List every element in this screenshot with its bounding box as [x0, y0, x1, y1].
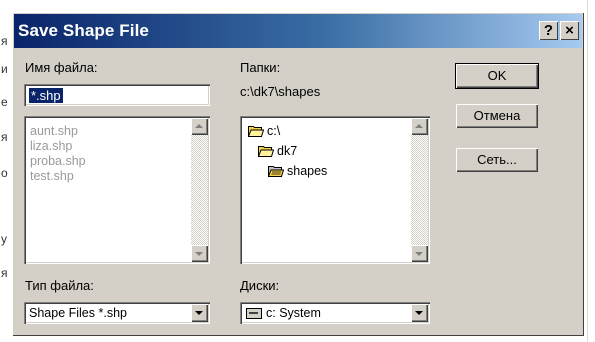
drives-label: Диски: — [240, 278, 280, 293]
list-item[interactable]: proba.shp — [30, 154, 86, 169]
chevron-down-icon — [195, 311, 203, 315]
list-item[interactable]: liza.shp — [30, 139, 72, 154]
drives-select[interactable]: c: System — [240, 302, 430, 324]
file-name-input[interactable]: *.shp — [24, 84, 210, 106]
folder-item[interactable]: c:\ — [267, 122, 280, 140]
current-path: c:\dk7\shapes — [240, 84, 321, 99]
scroll-up-button[interactable] — [191, 118, 208, 135]
file-type-label: Тип файла: — [25, 278, 94, 293]
folder-list-scrollbar[interactable] — [411, 118, 428, 262]
scroll-down-button[interactable] — [411, 245, 428, 262]
title-bar[interactable]: Save Shape File ? × — [14, 14, 582, 48]
open-folder-icon — [258, 146, 274, 157]
folders-label: Папки: — [240, 60, 281, 75]
arrow-up-icon — [415, 124, 423, 128]
network-button[interactable]: Сеть... — [456, 148, 538, 172]
list-item[interactable]: test.shp — [30, 169, 74, 184]
close-button[interactable]: × — [560, 21, 579, 40]
open-folder-icon — [268, 166, 284, 177]
cancel-button[interactable]: Отмена — [456, 104, 538, 128]
background-divider — [587, 0, 588, 342]
list-item[interactable]: aunt.shp — [30, 124, 78, 139]
file-name-value: *.shp — [29, 88, 63, 103]
file-type-value: Shape Files *.shp — [29, 306, 127, 320]
ok-button[interactable]: OK — [456, 64, 538, 88]
folder-item[interactable]: shapes — [287, 162, 327, 180]
help-button[interactable]: ? — [539, 21, 558, 40]
arrow-down-icon — [415, 252, 423, 256]
drives-dropdown-button[interactable] — [411, 304, 428, 322]
save-shape-file-dialog: Save Shape File ? × Имя файла: *.shp aun… — [12, 12, 584, 336]
file-list-scrollbar[interactable] — [191, 118, 208, 262]
folder-item[interactable]: dk7 — [277, 142, 297, 160]
file-type-select[interactable]: Shape Files *.shp — [24, 302, 210, 324]
file-type-dropdown-button[interactable] — [191, 304, 208, 322]
chevron-down-icon — [415, 311, 423, 315]
arrow-down-icon — [195, 252, 203, 256]
open-folder-icon — [248, 126, 264, 137]
file-list[interactable]: aunt.shp liza.shp proba.shp test.shp — [24, 116, 210, 264]
file-name-label: Имя файла: — [25, 60, 98, 75]
dialog-title: Save Shape File — [18, 21, 149, 40]
drives-value: c: System — [266, 306, 321, 320]
scroll-down-button[interactable] — [191, 245, 208, 262]
scroll-up-button[interactable] — [411, 118, 428, 135]
hard-drive-icon — [246, 308, 262, 319]
folder-list[interactable]: c:\ dk7 shapes — [240, 116, 430, 264]
arrow-up-icon — [195, 124, 203, 128]
